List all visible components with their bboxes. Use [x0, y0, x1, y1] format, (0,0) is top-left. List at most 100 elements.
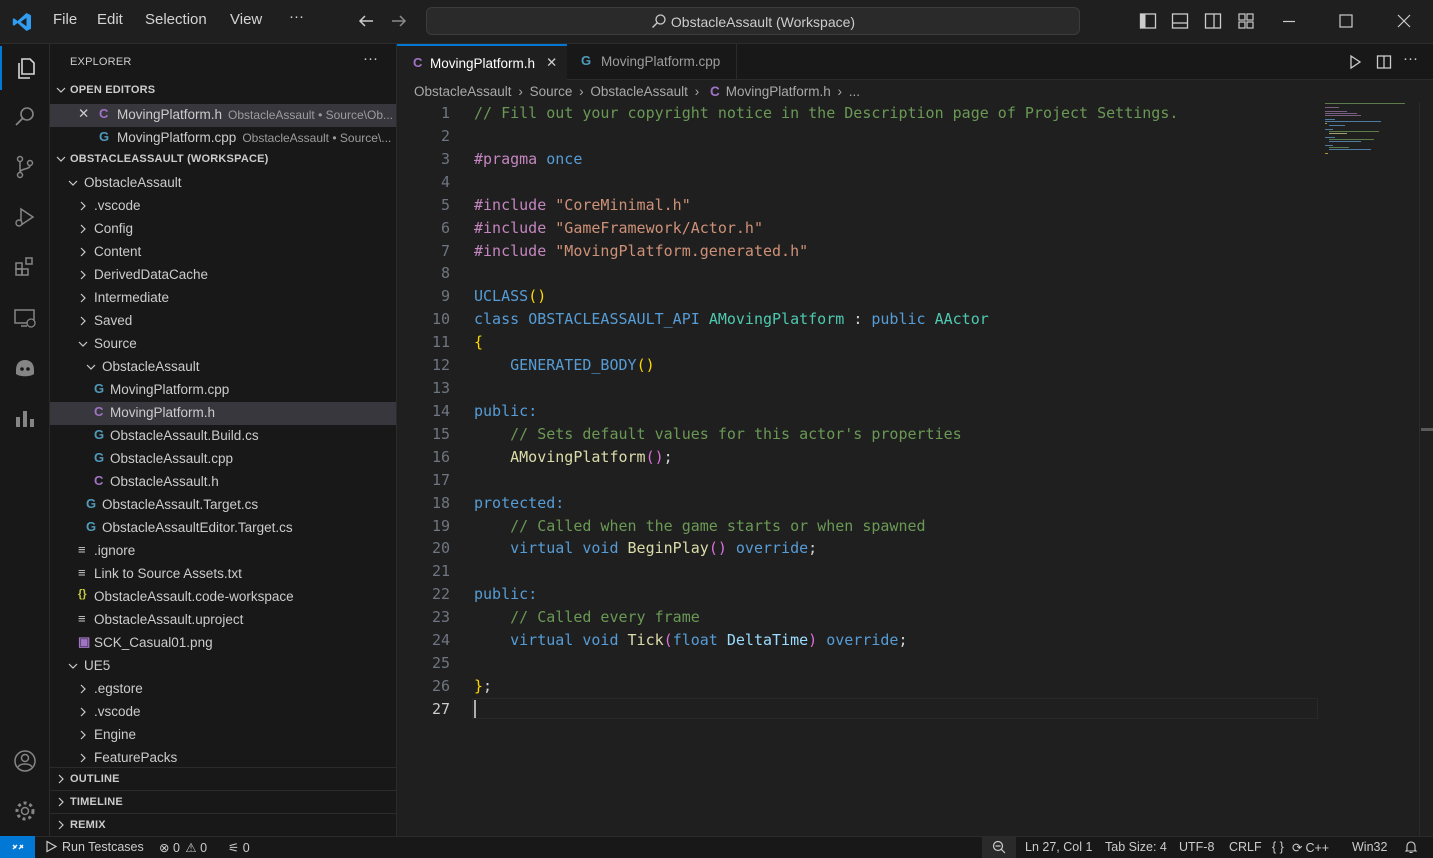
cursor-position[interactable]: Ln 27, Col 1	[1025, 840, 1092, 854]
toggle-panel-icon[interactable]	[1171, 12, 1189, 30]
tree-item[interactable]: Source	[50, 333, 396, 356]
vertical-scrollbar[interactable]	[1419, 102, 1433, 836]
open-editor-item-moving-platform-cpp[interactable]: G MovingPlatform.cpp ObstacleAssault • So…	[50, 127, 396, 150]
tree-item[interactable]: Saved	[50, 310, 396, 333]
customize-layout-icon[interactable]	[1237, 12, 1255, 30]
tree-item[interactable]: Content	[50, 241, 396, 264]
run-debug-icon[interactable]	[0, 195, 50, 239]
open-editors-section-header[interactable]: OPEN EDITORS	[50, 79, 396, 102]
tree-item[interactable]: G ObstacleAssault.Target.cs	[50, 494, 396, 517]
toggle-primary-sidebar-icon[interactable]	[1139, 12, 1157, 30]
close-window-icon[interactable]	[1395, 12, 1413, 30]
search-icon[interactable]	[0, 95, 50, 139]
code-line[interactable]: GENERATED_BODY()	[474, 356, 655, 374]
tree-item[interactable]: G ObstacleAssault.Build.cs	[50, 425, 396, 448]
tab-moving-platform-cpp[interactable]: G MovingPlatform.cpp	[567, 44, 737, 80]
tree-item[interactable]: ObstacleAssault	[50, 356, 396, 379]
workspace-section-header[interactable]: OBSTACLEASSAULT (WORKSPACE)	[50, 148, 396, 171]
source-control-icon[interactable]	[0, 145, 50, 189]
split-editor-icon[interactable]	[1376, 54, 1392, 70]
code-line[interactable]: public:	[474, 585, 537, 603]
tab-moving-platform-h[interactable]: C MovingPlatform.h ✕	[397, 44, 567, 80]
tree-item[interactable]: Engine	[50, 724, 396, 747]
tree-item[interactable]: UE5	[50, 655, 396, 678]
account-icon[interactable]	[0, 739, 50, 783]
language-status-braces[interactable]: { }	[1272, 840, 1284, 854]
code-line[interactable]: {	[474, 333, 483, 351]
tab-size-indicator[interactable]: Tab Size: 4	[1105, 840, 1167, 854]
tree-item[interactable]: ≡ Link to Source Assets.txt	[50, 563, 396, 586]
breadcrumb-item[interactable]: MovingPlatform.h	[726, 84, 831, 99]
breadcrumb-item[interactable]: ...	[849, 84, 860, 99]
menu-more-button[interactable]: ···	[289, 8, 304, 25]
tree-item[interactable]: ≡ .ignore	[50, 540, 396, 563]
code-editor[interactable]: 1 // Fill out your copyright notice in th…	[397, 102, 1433, 836]
bar-chart-icon[interactable]	[0, 396, 50, 440]
menu-edit[interactable]: Edit	[97, 11, 123, 28]
explorer-more-button[interactable]: ···	[363, 50, 378, 67]
code-line[interactable]: #include "GameFramework/Actor.h"	[474, 219, 763, 237]
menu-selection[interactable]: Selection	[145, 11, 207, 28]
tree-item[interactable]: ObstacleAssault	[50, 172, 396, 195]
tree-item[interactable]: .egstore	[50, 678, 396, 701]
tree-item[interactable]: DerivedDataCache	[50, 264, 396, 287]
code-line[interactable]: virtual void BeginPlay() override;	[474, 539, 817, 557]
close-tab-icon[interactable]: ✕	[546, 55, 557, 71]
platform-indicator[interactable]: Win32	[1352, 840, 1387, 854]
tree-item[interactable]: G ObstacleAssaultEditor.Target.cs	[50, 517, 396, 540]
tree-item[interactable]: G MovingPlatform.cpp	[50, 379, 396, 402]
code-line[interactable]: virtual void Tick(float DeltaTime) overr…	[474, 631, 907, 649]
tree-item[interactable]: Config	[50, 218, 396, 241]
tree-item[interactable]: C MovingPlatform.h	[50, 402, 396, 425]
tree-item[interactable]: Intermediate	[50, 287, 396, 310]
tree-item[interactable]: ▣ SCK_Casual01.png	[50, 632, 396, 655]
tree-item[interactable]: G ObstacleAssault.cpp	[50, 448, 396, 471]
problems-indicator[interactable]: ⊗ 0 ⚠ 0	[159, 840, 207, 855]
code-line[interactable]: #include "MovingPlatform.generated.h"	[474, 242, 808, 260]
eol-indicator[interactable]: CRLF	[1229, 840, 1262, 854]
code-line[interactable]: // Called when the game starts or when s…	[474, 517, 925, 535]
command-center-search[interactable]: ObstacleAssault (Workspace)	[426, 7, 1080, 35]
zoom-icon[interactable]	[982, 836, 1016, 858]
ports-indicator[interactable]: ⚟ 0	[228, 840, 250, 855]
language-mode[interactable]: ⟳ C++	[1292, 840, 1329, 855]
close-icon[interactable]: ✕	[78, 106, 89, 122]
back-arrow-icon[interactable]	[357, 12, 375, 30]
tree-item[interactable]: .vscode	[50, 701, 396, 724]
code-line[interactable]: public:	[474, 402, 537, 420]
tree-item[interactable]: ≡ ObstacleAssault.uproject	[50, 609, 396, 632]
code-line[interactable]: class OBSTACLEASSAULT_API AMovingPlatfor…	[474, 310, 989, 328]
outline-section-header[interactable]: OUTLINE	[50, 767, 396, 791]
code-line[interactable]: #include "CoreMinimal.h"	[474, 196, 691, 214]
code-line[interactable]: // Fill out your copyright notice in the…	[474, 104, 1178, 122]
code-line[interactable]: UCLASS()	[474, 287, 546, 305]
code-line[interactable]: #pragma once	[474, 150, 582, 168]
toggle-secondary-sidebar-icon[interactable]	[1204, 12, 1222, 30]
minimize-icon[interactable]	[1280, 12, 1298, 30]
code-line[interactable]: AMovingPlatform();	[474, 448, 673, 466]
tree-item[interactable]: .vscode	[50, 195, 396, 218]
remote-indicator-icon[interactable]	[0, 836, 35, 858]
explorer-icon[interactable]	[0, 46, 50, 90]
tree-item[interactable]: {} ObstacleAssault.code-workspace	[50, 586, 396, 609]
minimap[interactable]	[1325, 102, 1407, 162]
vscode-logo-icon[interactable]	[12, 12, 32, 32]
run-file-icon[interactable]	[1347, 54, 1363, 70]
menu-view[interactable]: View	[230, 11, 262, 28]
editor-more-actions-button[interactable]: ···	[1403, 50, 1418, 67]
code-line[interactable]: protected:	[474, 494, 564, 512]
run-testcases-button[interactable]: Run Testcases	[45, 840, 144, 854]
remote-explorer-icon[interactable]	[0, 296, 50, 340]
remix-section-header[interactable]: REMIX	[50, 813, 396, 836]
code-line[interactable]: // Sets default values for this actor's …	[474, 425, 962, 443]
encoding-indicator[interactable]: UTF-8	[1179, 840, 1214, 854]
breadcrumb-item[interactable]: ObstacleAssault	[414, 84, 512, 99]
code-line[interactable]: // Called every frame	[474, 608, 700, 626]
code-line[interactable]: };	[474, 677, 492, 695]
breadcrumb-item[interactable]: ObstacleAssault	[590, 84, 688, 99]
maximize-icon[interactable]	[1337, 12, 1355, 30]
forward-arrow-icon[interactable]	[390, 12, 408, 30]
extensions-icon[interactable]	[0, 245, 50, 289]
settings-gear-icon[interactable]	[0, 789, 50, 833]
notifications-bell-icon[interactable]	[1404, 840, 1418, 854]
